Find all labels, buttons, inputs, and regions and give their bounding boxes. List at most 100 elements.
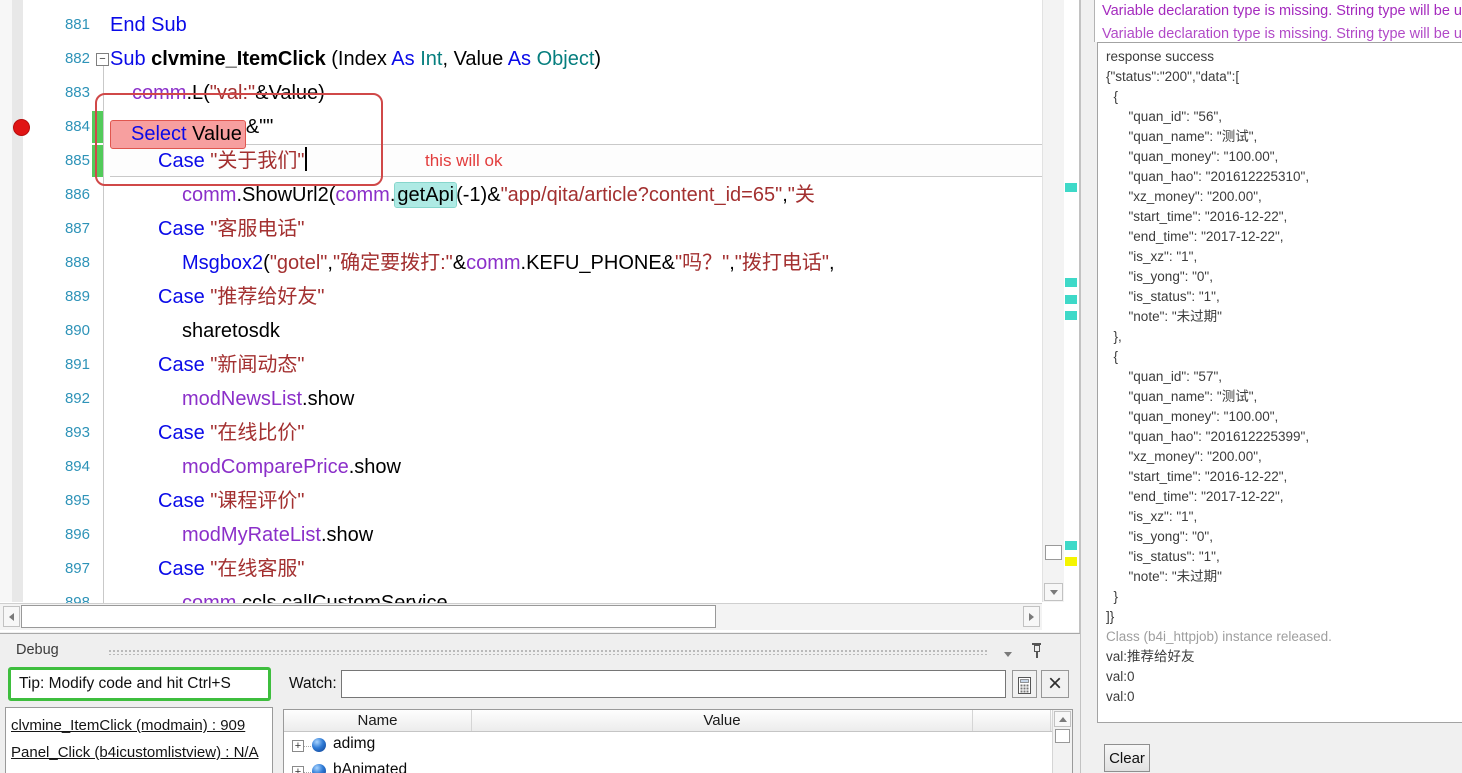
code-editor-panel: 881 882 883 884 885 886 887 888 889 890 891 892 893 8… bbox=[0, 0, 1080, 632]
column-header-value[interactable]: Value bbox=[472, 710, 973, 731]
variable-icon bbox=[312, 764, 326, 773]
code-token: ( bbox=[263, 252, 270, 274]
code-token: comm bbox=[132, 82, 187, 104]
scroll-right-button[interactable] bbox=[1023, 606, 1040, 627]
watch-variables-table: Name Value + adimg + bAnimated bbox=[283, 709, 1073, 773]
log-line: }, bbox=[1106, 329, 1122, 344]
code-line-content: Sub clvmine_ItemClick (Index As Int, Val… bbox=[110, 48, 601, 70]
code-line[interactable]: Case "客服电话" bbox=[110, 212, 1042, 246]
code-token: Case bbox=[158, 558, 211, 580]
vertical-scrollbar-track[interactable] bbox=[1042, 0, 1064, 602]
pin-icon[interactable] bbox=[1031, 643, 1042, 659]
panel-menu-button[interactable] bbox=[1002, 646, 1014, 658]
line-number: 891 bbox=[64, 356, 90, 373]
watch-scrollbar-thumb[interactable] bbox=[1055, 729, 1070, 743]
log-line: "is_xz": "1", bbox=[1106, 509, 1198, 524]
code-text-area[interactable]: End Sub Sub clvmine_ItemClick (Index As I… bbox=[110, 8, 1042, 603]
evaluate-expression-button[interactable] bbox=[1012, 670, 1037, 698]
code-token: modMyRateList bbox=[182, 524, 321, 546]
code-line-content: sharetosdk bbox=[110, 320, 280, 342]
code-line[interactable]: modMyRateList.show bbox=[110, 518, 1042, 552]
clear-logs-button[interactable]: Clear bbox=[1104, 744, 1150, 772]
code-line-content: Case "关于我们" bbox=[110, 147, 308, 172]
line-number: 887 bbox=[64, 220, 90, 237]
log-line: {"status":"200","data":[ bbox=[1106, 69, 1240, 84]
variable-icon bbox=[312, 738, 326, 752]
code-line[interactable]: Case "新闻动态" bbox=[110, 348, 1042, 382]
code-token: (Index bbox=[331, 48, 392, 70]
breakpoint-margin[interactable] bbox=[0, 0, 12, 602]
code-token: &"" bbox=[245, 116, 274, 138]
watch-table-scrollbar[interactable] bbox=[1052, 710, 1072, 773]
code-line[interactable]: Case "关于我们" this will ok bbox=[110, 144, 1042, 178]
changed-line-bar bbox=[92, 111, 103, 143]
table-row[interactable]: + bAnimated bbox=[284, 759, 1052, 773]
code-line-content: modMyRateList.show bbox=[110, 524, 373, 546]
close-icon[interactable]: × bbox=[1041, 670, 1069, 698]
scroll-left-button[interactable] bbox=[3, 606, 20, 627]
scroll-marker-yellow bbox=[1065, 557, 1077, 566]
debug-tip-box: Tip: Modify code and hit Ctrl+S bbox=[8, 667, 271, 701]
code-line[interactable]: Sub clvmine_ItemClick (Index As Int, Val… bbox=[110, 42, 1042, 76]
horizontal-scrollbar-thumb[interactable] bbox=[21, 605, 716, 628]
line-number: 897 bbox=[64, 560, 90, 577]
code-line-content: Case "推荐给好友" bbox=[110, 286, 324, 308]
call-stack-entry[interactable]: Panel_Click (b4icustomlistview) : N/A bbox=[11, 739, 272, 766]
log-line: "start_time": "2016-12-22", bbox=[1106, 469, 1288, 484]
vertical-scrollbar-thumb[interactable] bbox=[1045, 545, 1062, 560]
code-line[interactable]: sharetosdk bbox=[110, 314, 1042, 348]
code-line[interactable]: Select Value &"" bbox=[110, 110, 1042, 149]
code-line[interactable]: Case "推荐给好友" bbox=[110, 280, 1042, 314]
code-line[interactable]: Msgbox2("gotel", "确定要拨打:"&comm.KEFU_PHONE… bbox=[110, 246, 1042, 280]
warnings-area: Variable declaration type is missing. St… bbox=[1094, 0, 1462, 42]
line-number: 889 bbox=[64, 288, 90, 305]
code-token: &Value) bbox=[255, 82, 325, 104]
line-number: 894 bbox=[64, 458, 90, 475]
code-token: Case bbox=[158, 150, 211, 172]
code-line[interactable]: Case "课程评价" bbox=[110, 484, 1042, 518]
code-token: Value bbox=[192, 123, 242, 145]
code-line[interactable]: modComparePrice.show bbox=[110, 450, 1042, 484]
scroll-up-button[interactable] bbox=[1054, 711, 1071, 727]
scroll-marker-teal bbox=[1065, 278, 1077, 287]
code-line[interactable]: Case "在线比价" bbox=[110, 416, 1042, 450]
code-fold-toggle[interactable]: − bbox=[96, 53, 109, 66]
call-stack-entry[interactable]: clvmine_ItemClick (modmain) : 909 bbox=[11, 712, 272, 739]
code-line-content: Msgbox2("gotel", "确定要拨打:"&comm.KEFU_PHONE… bbox=[110, 252, 835, 274]
expand-icon[interactable]: + bbox=[292, 766, 304, 773]
table-row[interactable]: + adimg bbox=[284, 733, 1052, 759]
watch-input[interactable] bbox=[341, 670, 1006, 698]
breakpoint-dot[interactable] bbox=[13, 119, 30, 136]
expand-icon[interactable]: + bbox=[292, 740, 304, 752]
chevron-left-icon bbox=[9, 613, 14, 621]
line-number: 893 bbox=[64, 424, 90, 441]
code-token: "新闻动态" bbox=[210, 354, 305, 376]
chevron-down-icon bbox=[1004, 652, 1012, 657]
log-line: "xz_money": "200.00", bbox=[1106, 449, 1262, 464]
changed-line-bar bbox=[92, 145, 103, 177]
code-line[interactable]: comm.ccls.callCustomService bbox=[110, 586, 1042, 603]
log-line: "note": "未过期" bbox=[1106, 569, 1222, 584]
log-line: response success bbox=[1106, 49, 1215, 64]
column-header-blank[interactable] bbox=[973, 710, 1051, 731]
code-line-content: Case "客服电话" bbox=[110, 218, 304, 240]
code-token: "客服电话" bbox=[210, 218, 305, 240]
code-token: Case bbox=[158, 354, 211, 376]
code-line[interactable]: modNewsList.show bbox=[110, 382, 1042, 416]
log-line: val:0 bbox=[1106, 689, 1135, 704]
code-line[interactable]: comm.ShowUrl2(comm. getApi (-1)&"app/qita/… bbox=[110, 178, 1042, 212]
code-token: "确定要拨打:" bbox=[332, 252, 453, 274]
code-token: .show bbox=[320, 524, 374, 546]
line-number: 884 bbox=[64, 118, 90, 135]
code-line[interactable]: Case "在线客服" bbox=[110, 552, 1042, 586]
code-line-content: Case "在线客服" bbox=[110, 558, 304, 580]
scroll-down-button[interactable] bbox=[1044, 583, 1063, 601]
code-token: "课程评价" bbox=[210, 490, 305, 512]
code-line[interactable]: comm.L("val:"&Value) bbox=[110, 76, 1042, 110]
logs-output[interactable]: response success {"status":"200","data":[… bbox=[1097, 42, 1462, 723]
code-token: "关 bbox=[787, 184, 815, 206]
code-line[interactable]: End Sub bbox=[110, 8, 1042, 42]
bookmark-margin[interactable] bbox=[12, 0, 23, 602]
column-header-name[interactable]: Name bbox=[284, 710, 472, 731]
code-token: "关于我们" bbox=[210, 150, 305, 172]
